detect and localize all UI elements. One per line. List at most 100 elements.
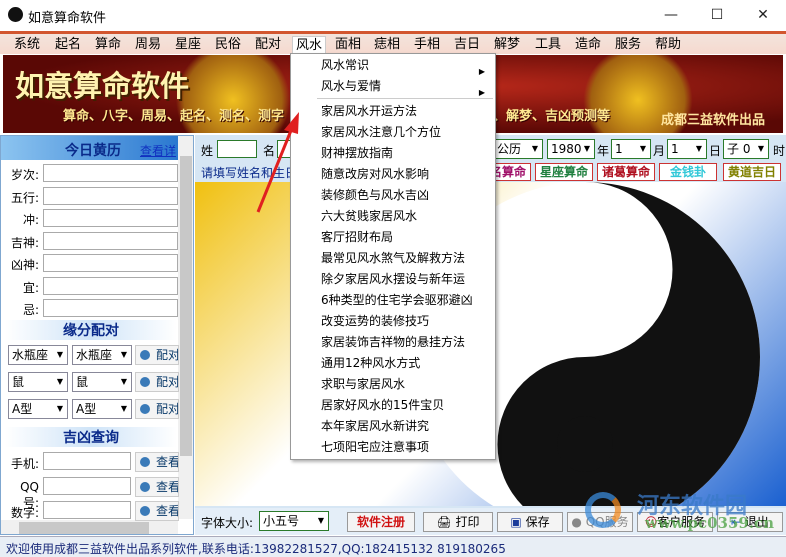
menu-14[interactable]: 造命	[572, 36, 604, 54]
submenu-item[interactable]: 风水与爱情 ▶	[321, 76, 491, 97]
pair-button[interactable]: 配对	[135, 372, 179, 392]
menu-item[interactable]: 除夕家居风水摆设与新年运	[321, 269, 491, 290]
fortune-button[interactable]: 星座算命	[535, 163, 593, 181]
name-input[interactable]	[277, 140, 291, 158]
fortune-button[interactable]: 金钱卦	[659, 163, 717, 181]
menu-item[interactable]: 财神摆放指南	[321, 143, 491, 164]
print-button[interactable]: 🖨 打印	[423, 512, 493, 532]
menu-item[interactable]: 本年家居风水新讲究	[321, 416, 491, 437]
huangli-field[interactable]	[43, 164, 178, 182]
menu-1[interactable]: 起名	[52, 36, 84, 54]
menu-item[interactable]: 随意改房对风水影响	[321, 164, 491, 185]
vertical-scrollbar[interactable]	[178, 136, 193, 519]
menu-item[interactable]: 改变运势的装修技巧	[321, 311, 491, 332]
arrow-icon	[140, 377, 150, 387]
huangli-field[interactable]	[43, 299, 178, 317]
menu-0[interactable]: 系统	[11, 36, 43, 54]
menu-9[interactable]: 痣相	[371, 36, 403, 54]
menu-2[interactable]: 算命	[92, 36, 124, 54]
pair-select-a[interactable]: 水瓶座	[8, 345, 68, 365]
surname-input[interactable]	[217, 140, 257, 158]
lookup-input[interactable]	[43, 476, 131, 495]
menu-11[interactable]: 吉日	[451, 36, 483, 54]
pair-button[interactable]: 配对	[135, 345, 179, 365]
pair-button-label: 配对	[156, 375, 179, 389]
lookup-button[interactable]: 查看	[135, 476, 179, 497]
lookup-button[interactable]: 查看	[135, 501, 179, 521]
floppy-icon: ▣	[510, 515, 526, 529]
menu-4[interactable]: 星座	[172, 36, 204, 54]
huangli-label: 吉神:	[10, 235, 39, 250]
huangli-field[interactable]	[43, 231, 178, 250]
fortune-button[interactable]: 诸葛算命	[597, 163, 655, 181]
huangli-field[interactable]	[43, 254, 178, 272]
day-select[interactable]: 1	[667, 139, 707, 159]
lookup-button[interactable]: 查看	[135, 452, 179, 472]
menu-16[interactable]: 帮助	[652, 36, 684, 54]
close-button[interactable]: ✕	[740, 0, 786, 30]
menu-item[interactable]: 装修颜色与风水吉凶	[321, 185, 491, 206]
maximize-button[interactable]: ☐	[694, 0, 740, 30]
submenu-item[interactable]: 风水常识 ▶	[321, 55, 491, 76]
app-icon	[8, 7, 23, 22]
menu-item[interactable]: 6种类型的住宅学会驱邪避凶	[321, 290, 491, 311]
pairing-title: 缘分配对	[5, 320, 177, 340]
window-title: 如意算命软件	[28, 11, 107, 26]
hint-text: 请填写姓名和生日	[201, 166, 291, 180]
menu-item[interactable]: 七项阳宅应注意事项	[321, 437, 491, 458]
pair-select-b[interactable]: 水瓶座	[72, 345, 132, 365]
menu-12[interactable]: 解梦	[491, 36, 523, 54]
huangli-header: 今日黄历 查看详	[1, 136, 178, 160]
pair-select-b[interactable]: A型	[72, 399, 132, 419]
pair-button-label: 配对	[156, 348, 179, 362]
font-size-select[interactable]: 小五号	[259, 511, 329, 531]
menu-bar: 系统 起名 算命 周易 星座 民俗 配对 风水 面相 痣相 手相 吉日 解梦 工具 造命 服务 帮助	[0, 31, 786, 58]
print-label: 打印	[455, 515, 480, 529]
month-select[interactable]: 1	[611, 139, 651, 159]
hour-select[interactable]: 子 0	[723, 139, 769, 159]
lookup-input[interactable]	[43, 501, 131, 519]
huangli-title: 今日黄历	[65, 143, 121, 159]
huangli-field[interactable]	[43, 209, 178, 227]
pair-select-b[interactable]: 鼠	[72, 372, 132, 392]
menu-item[interactable]: 居家好风水的15件宝贝	[321, 395, 491, 416]
menu-8[interactable]: 面相	[332, 36, 364, 54]
menu-item[interactable]: 家居装饰吉祥物的悬挂方法	[321, 332, 491, 353]
menu-13[interactable]: 工具	[532, 36, 564, 54]
calendar-select[interactable]: 公历	[493, 139, 543, 159]
status-bar: 欢迎使用成都三益软件出品系列软件,联系电话:13982281527,QQ:182…	[0, 536, 786, 557]
menu-10[interactable]: 手相	[411, 36, 443, 54]
menu-6[interactable]: 配对	[252, 36, 284, 54]
menu-15[interactable]: 服务	[612, 36, 644, 54]
huangli-label: 忌:	[22, 303, 39, 317]
menu-separator	[317, 98, 493, 99]
huangli-detail-link[interactable]: 查看详	[140, 142, 176, 159]
huangli-field[interactable]	[43, 276, 178, 295]
year-label: 年	[597, 144, 610, 158]
year-select[interactable]: 1980	[547, 139, 595, 159]
pair-select-a[interactable]: 鼠	[8, 372, 68, 392]
minimize-button[interactable]: —	[648, 0, 694, 30]
menu-5[interactable]: 民俗	[212, 36, 244, 54]
lookup-input[interactable]	[43, 452, 131, 470]
horizontal-scrollbar[interactable]	[1, 520, 178, 534]
save-button[interactable]: ▣ 保存	[497, 512, 563, 532]
menu-item[interactable]: 求职与家居风水	[321, 374, 491, 395]
pair-button[interactable]: 配对	[135, 399, 179, 419]
huangli-field[interactable]	[43, 186, 178, 205]
register-button[interactable]: 软件注册	[347, 512, 415, 532]
menu-item[interactable]: 客厅招财布局	[321, 227, 491, 248]
lookup-button-label: 查看	[156, 479, 179, 494]
menu-item[interactable]: 最常见风水煞气及解救方法	[321, 248, 491, 269]
menu-3[interactable]: 周易	[132, 36, 164, 54]
menu-item[interactable]: 家居风水开运方法	[321, 101, 491, 122]
menu-item[interactable]: 通用12种风水方式	[321, 353, 491, 374]
fortune-button[interactable]: 黄道吉日	[723, 163, 781, 181]
huangli-label: 冲:	[22, 213, 39, 227]
pair-select-a[interactable]: A型	[8, 399, 68, 419]
hour-label: 时	[773, 144, 786, 158]
lookup-title: 吉凶查询	[5, 427, 177, 447]
day-label: 日	[709, 144, 722, 158]
menu-item[interactable]: 六大贫贱家居风水	[321, 206, 491, 227]
menu-item[interactable]: 家居风水注意几个方位	[321, 122, 491, 143]
